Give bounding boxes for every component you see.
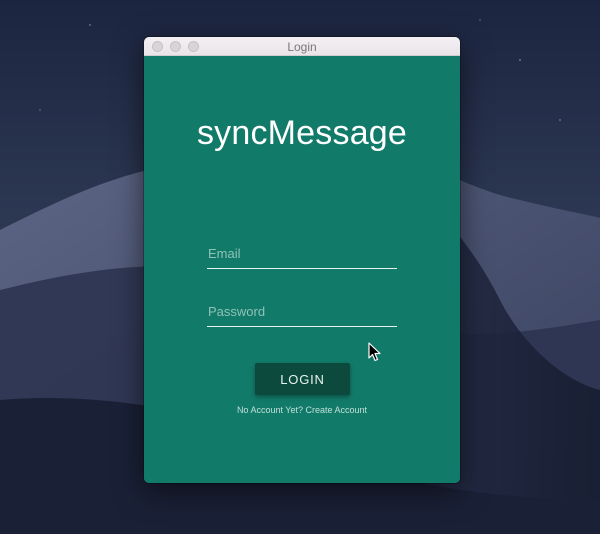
arrow-cursor-icon: [368, 342, 382, 367]
password-field: [207, 297, 397, 327]
window-title: Login: [287, 40, 317, 54]
password-input[interactable]: [207, 297, 397, 325]
signup-prompt-text: No Account Yet?: [236, 405, 303, 415]
email-field: [207, 239, 397, 269]
login-button[interactable]: LOGIN: [255, 363, 350, 395]
app-title: syncMessage: [196, 114, 408, 152]
email-input[interactable]: [207, 239, 397, 267]
window-titlebar[interactable]: Login: [144, 37, 460, 56]
login-window: Login syncMessage LOGIN No Account Yet? …: [144, 37, 460, 483]
create-account-link[interactable]: Create Account: [306, 405, 368, 415]
signup-prompt: No Account Yet? Create Account: [144, 405, 460, 415]
login-panel: syncMessage LOGIN No Account Yet? Create…: [144, 56, 460, 483]
